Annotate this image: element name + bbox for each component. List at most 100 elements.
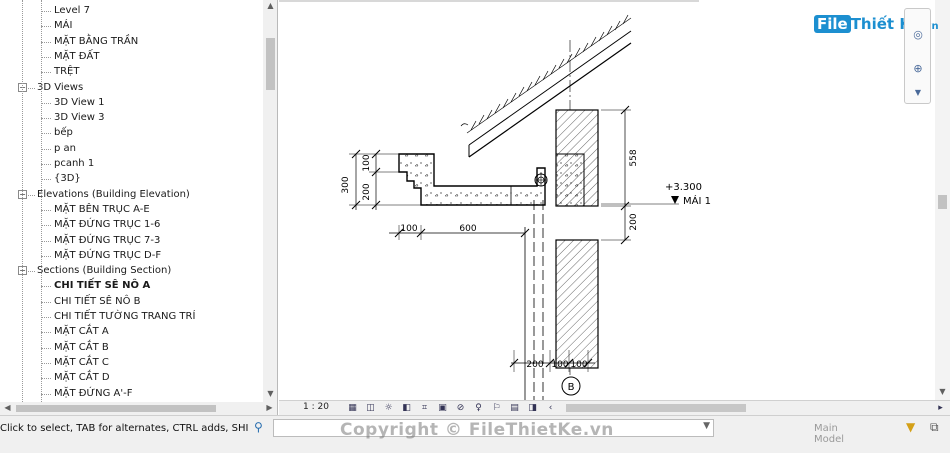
downpipe-symbol (534, 173, 548, 187)
tree-connector (41, 164, 51, 165)
dim-200-right: 200 (629, 213, 639, 230)
scroll-right-icon[interactable]: ▶ (262, 402, 277, 414)
browser-scroll-thumb[interactable] (266, 38, 275, 90)
scroll-up-icon[interactable]: ▲ (263, 0, 277, 12)
browser-item[interactable]: MÁI (0, 18, 263, 33)
workset-dropdown-icon[interactable]: ▼ (703, 421, 710, 431)
tree-guide (22, 0, 23, 402)
status-message: Click to select, TAB for alternates, CTR… (0, 423, 248, 434)
level-marker: +3.300 MÁI 1 (601, 182, 711, 207)
show-crop-region-icon[interactable]: ▣ (437, 403, 448, 413)
scroll-down-icon[interactable]: ▼ (263, 388, 277, 400)
browser-item-label: TRỆT (54, 66, 80, 77)
tree-connector (41, 57, 51, 58)
tree-connector (41, 394, 51, 395)
tree-connector (41, 225, 51, 226)
project-browser: Level 7 MÁI MẶT BẰNG TRẦN MẶT ĐẤT TRỆT 3D Vie… (0, 0, 278, 415)
tree-connector (41, 179, 51, 180)
sun-path-icon[interactable]: ☼ (383, 403, 394, 413)
browser-item[interactable]: CHI TIẾT SÊ NÔ B (0, 294, 263, 309)
browser-item[interactable]: MẶT ĐỨNG TRỤC D-F (0, 248, 263, 263)
tree-connector (41, 286, 51, 287)
dim-200-vertical: 200 (362, 183, 372, 200)
browser-item[interactable]: {3D} (0, 171, 263, 186)
browser-item[interactable]: 3D View 1 (0, 95, 263, 110)
reveal-hidden-icon[interactable]: ♀ (473, 403, 484, 413)
browser-tree: Level 7 MÁI MẶT BẰNG TRẦN MẶT ĐẤT TRỆT 3D Vie… (0, 0, 263, 402)
worksharing-display-icon[interactable]: ◨ (527, 403, 538, 413)
tree-connector (41, 363, 51, 364)
browser-vertical-scrollbar[interactable]: ▲ ▼ (263, 0, 277, 402)
browser-horizontal-scrollbar[interactable]: ◀ ▶ (0, 402, 277, 415)
browser-item[interactable]: MẶT ĐỨNG A'-F (0, 386, 263, 401)
browser-item-label: MẶT CẮT B (54, 342, 109, 353)
browser-item-label: MẶT CẮT D (54, 372, 110, 383)
browser-item-label: MẶT ĐỨNG TRỤC D-F (54, 250, 162, 261)
browser-item-label: MẶT CẮT A (54, 326, 109, 337)
browser-item-label: MẶT CẮT C (54, 357, 109, 368)
drawing-canvas[interactable]: 300 200 100 100 600 558 200 +3.300 MÁI 1… (279, 0, 950, 400)
browser-item[interactable]: MẶT CẮT B (0, 340, 263, 355)
browser-item[interactable]: p an (0, 141, 263, 156)
browser-item-label: MẶT ĐẤT (54, 51, 100, 62)
browser-item[interactable]: Sections (Building Section) − (0, 263, 263, 278)
dim-100-horizontal: 100 (400, 224, 417, 234)
canvas-scroll-thumb[interactable] (938, 195, 947, 209)
browser-item[interactable]: MẶT CẮT A (0, 324, 263, 339)
grid-bubble[interactable]: B (561, 376, 581, 396)
tree-connector (41, 103, 51, 104)
analytical-model-icon[interactable]: ⚐ (491, 403, 502, 413)
browser-item-label: p an (54, 143, 76, 154)
browser-item[interactable]: MẶT ĐẤT (0, 49, 263, 64)
browser-item[interactable]: MẶT BẰNG TRẦN (0, 34, 263, 49)
browser-item[interactable]: 3D Views − (0, 80, 263, 95)
tree-connector (41, 42, 51, 43)
view-bar-scroll-right-icon[interactable]: ▸ (935, 403, 946, 413)
browser-item[interactable]: Elevations (Building Elevation) − (0, 187, 263, 202)
browser-item-label: {3D} (54, 173, 81, 184)
upper-wall (555, 109, 599, 207)
status-bar: Click to select, TAB for alternates, CTR… (0, 415, 950, 453)
browser-item[interactable]: MẶT ĐỨNG TRỤC 1-6 (0, 217, 263, 232)
zoom-icon[interactable]: ⊕ (910, 61, 926, 77)
temporary-hide-icon[interactable]: ⊘ (455, 403, 466, 413)
browser-item[interactable]: 3D View 3 (0, 110, 263, 125)
view-bar-chevron-icon[interactable]: ‹ (545, 403, 556, 413)
highlight-displacement-icon[interactable]: ▤ (509, 403, 520, 413)
dim-bottom-100-a: 100 (551, 360, 568, 370)
selection-count-icon[interactable]: ⧉ (930, 420, 939, 435)
browser-item[interactable]: MẶT CẮT C (0, 355, 263, 370)
dim-bottom-gutter: 100 600 (389, 224, 530, 240)
browser-item[interactable]: MẶT BÊN TRỤC A-E (0, 202, 263, 217)
canvas-scroll-down-icon[interactable]: ▼ (935, 386, 950, 398)
browser-item[interactable]: pcanh 1 (0, 156, 263, 171)
shadows-icon[interactable]: ◧ (401, 403, 412, 413)
dim-right: 558 200 (601, 105, 639, 245)
tree-connector (41, 302, 51, 303)
canvas-vertical-scrollbar[interactable]: ▼ (935, 0, 950, 400)
browser-item-label: MẶT ĐỨNG A'-F (54, 388, 133, 399)
crop-view-icon[interactable]: ⌗ (419, 403, 430, 413)
worksets-icon[interactable]: ⚲ (254, 420, 263, 434)
dim-100-vertical: 100 (362, 154, 372, 171)
view-scale[interactable]: 1 : 20 (303, 402, 329, 412)
dim-bottom-100-b: 100 (570, 360, 587, 370)
browser-hscroll-thumb[interactable] (16, 405, 216, 412)
browser-item[interactable]: TRỆT (0, 64, 263, 79)
nav-chevron-down-icon[interactable]: ▼ (910, 85, 926, 101)
dim-300: 300 (341, 176, 351, 193)
browser-item[interactable]: CHI TIẾT SÊ NÔ A (0, 278, 263, 293)
visual-style-icon[interactable]: ◫ (365, 403, 376, 413)
steering-wheel-icon[interactable]: ◎ (910, 27, 926, 43)
view-bar-hscroll-thumb[interactable] (566, 404, 746, 412)
browser-item[interactable]: MẶT ĐỨNG TRỤC 7-3 (0, 233, 263, 248)
navigation-bar: ◎ ⊕ ▼ (904, 8, 931, 104)
scroll-left-icon[interactable]: ◀ (0, 402, 15, 414)
detail-level-icon[interactable]: ▦ (347, 403, 358, 413)
filter-icon[interactable]: ▼ (906, 420, 915, 434)
browser-item[interactable]: CHI TIẾT TƯỜNG TRANG TRÍ (0, 309, 263, 324)
tree-connector (41, 256, 51, 257)
browser-item[interactable]: MẶT CẮT D (0, 370, 263, 385)
browser-item[interactable]: Level 7 (0, 3, 263, 18)
browser-item[interactable]: bếp (0, 125, 263, 140)
